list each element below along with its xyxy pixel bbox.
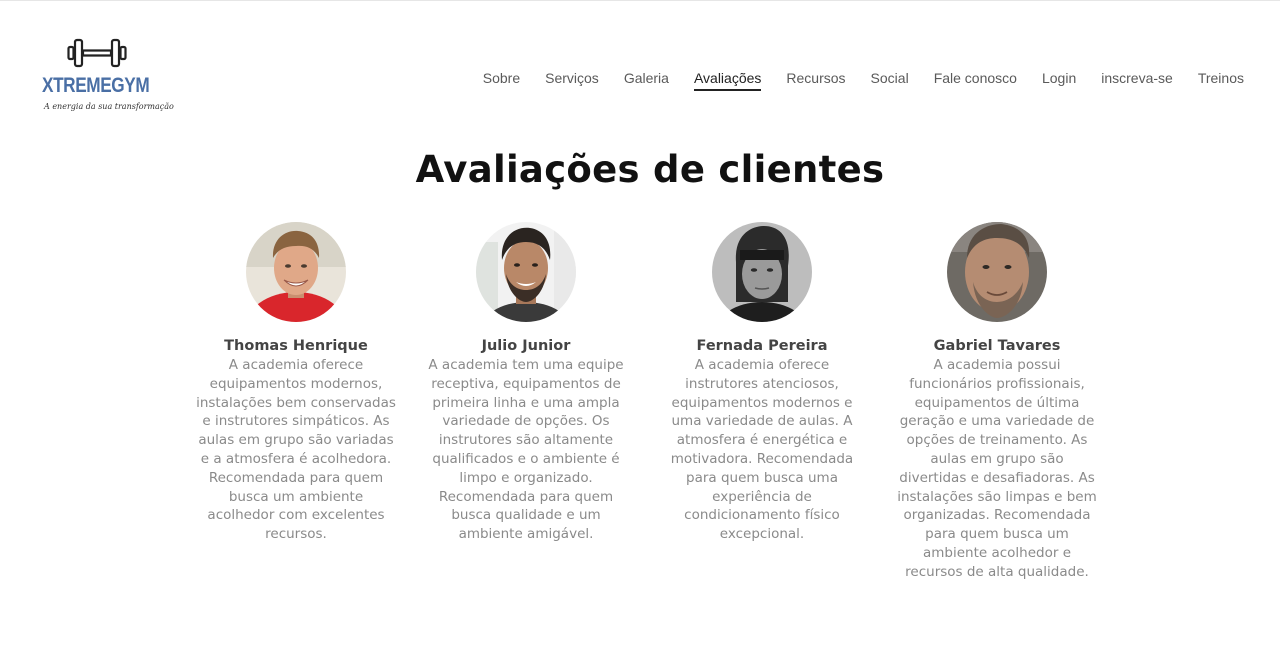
review-text: A academia possui funcionários profissio… bbox=[897, 357, 1097, 580]
nav-item-login[interactable]: Login bbox=[1042, 70, 1076, 91]
reviewer-name: Thomas Henrique bbox=[224, 338, 368, 354]
nav-item-social[interactable]: Social bbox=[871, 70, 909, 91]
nav-item-treinos[interactable]: Treinos bbox=[1198, 70, 1244, 91]
nav-item-fale-conosco[interactable]: Fale conosco bbox=[934, 70, 1017, 91]
review-text: A academia oferece equipamentos modernos… bbox=[196, 357, 396, 543]
dumbbell-icon bbox=[67, 38, 127, 68]
reviewer-avatar bbox=[246, 222, 346, 322]
brand-name: XTREMEGYM bbox=[42, 74, 150, 98]
review-card: Gabriel Tavares A academia possui funcio… bbox=[897, 222, 1097, 582]
main-nav: Sobre Serviços Galeria Avaliações Recurs… bbox=[458, 70, 1244, 91]
review-card: Fernada Pereira A academia oferece instr… bbox=[662, 222, 862, 544]
page-title: Avaliações de clientes bbox=[415, 148, 885, 191]
nav-item-galeria[interactable]: Galeria bbox=[624, 70, 669, 91]
reviewer-avatar bbox=[476, 222, 576, 322]
brand-name-part2: GYM bbox=[111, 74, 150, 97]
nav-item-sobre[interactable]: Sobre bbox=[483, 70, 520, 91]
review-text: A academia oferece instrutores atencioso… bbox=[670, 357, 854, 543]
reviewer-name: Fernada Pereira bbox=[696, 338, 828, 354]
brand-logo[interactable]: XTREMEGYM A energia da sua transformação bbox=[42, 36, 174, 118]
reviewer-avatar bbox=[712, 222, 812, 322]
review-card: Julio Junior A academia tem uma equipe r… bbox=[426, 222, 626, 544]
nav-item-servicos[interactable]: Serviços bbox=[545, 70, 599, 91]
review-text: A academia tem uma equipe receptiva, equ… bbox=[428, 357, 624, 543]
reviews-grid: Thomas Henrique A academia oferece equip… bbox=[196, 222, 1106, 622]
reviewer-name: Gabriel Tavares bbox=[933, 338, 1061, 354]
nav-item-avaliacoes[interactable]: Avaliações bbox=[693, 70, 762, 91]
brand-slogan: A energia da sua transformação bbox=[44, 102, 174, 111]
reviewer-name: Julio Junior bbox=[481, 338, 571, 354]
nav-item-recursos[interactable]: Recursos bbox=[786, 70, 845, 91]
nav-item-inscreva-se[interactable]: inscreva-se bbox=[1101, 70, 1173, 91]
review-card: Thomas Henrique A academia oferece equip… bbox=[196, 222, 396, 544]
top-border bbox=[0, 0, 1280, 1]
reviewer-avatar bbox=[947, 222, 1047, 322]
brand-name-part1: XTREME bbox=[42, 74, 112, 97]
